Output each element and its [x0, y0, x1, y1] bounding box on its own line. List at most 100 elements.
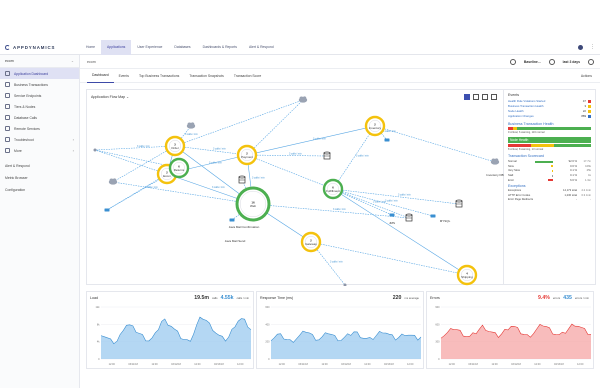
flow-edge[interactable]: [252, 203, 410, 219]
app-selector[interactable]: ecom ⌄: [0, 55, 79, 68]
topnav-item[interactable]: Dashboards & Reports: [197, 40, 243, 55]
cloud-icon[interactable]: [298, 96, 308, 103]
actions-menu[interactable]: Actions: [581, 74, 600, 78]
clock-icon[interactable]: [548, 58, 555, 65]
flow-edge[interactable]: [112, 181, 254, 205]
sidebar-item[interactable]: More ›: [0, 145, 79, 156]
refresh-icon[interactable]: [509, 58, 516, 65]
sidebar-item[interactable]: Application Dashboard: [0, 68, 79, 79]
sidebar-item[interactable]: Database Calls: [0, 112, 79, 123]
chart-plot[interactable]: 900 600 300 0 12:00 03/11/18 12:00 03/12/18 12:0…: [427, 304, 595, 368]
flow-edge[interactable]: [174, 99, 304, 147]
flow-edge[interactable]: [332, 125, 376, 190]
database-icon[interactable]: [238, 175, 246, 184]
tier-node[interactable]: 2Inventory: [364, 115, 386, 137]
flow-edge[interactable]: [310, 241, 468, 276]
flow-edge[interactable]: [246, 99, 304, 156]
service-endpoint-icon[interactable]: [229, 218, 235, 222]
y-tick-label: 600: [435, 323, 440, 326]
sidebar-item[interactable]: Tiers & Nodes: [0, 101, 79, 112]
event-row[interactable]: Application Changes 889: [508, 114, 591, 119]
fullscreen-icon[interactable]: [491, 94, 497, 100]
service-endpoint-icon[interactable]: [430, 214, 436, 218]
sidebar-link[interactable]: Metric Browser: [0, 172, 79, 184]
edge-label: 3 calls / min: [313, 138, 326, 141]
flow-map-canvas[interactable]: 3 calls / min3 calls / min3 calls / min3…: [87, 90, 505, 286]
x-tick-label: 03/11/18: [128, 363, 138, 366]
service-endpoint-icon[interactable]: [384, 138, 390, 142]
exception-label: Error Page Redirects: [508, 198, 534, 202]
more-options-icon[interactable]: ⋮: [590, 44, 595, 50]
service-endpoint-icon[interactable]: [389, 213, 395, 217]
grid-icon[interactable]: [473, 94, 479, 100]
x-tick-label: 03/13/18: [214, 363, 224, 366]
flow-edge[interactable]: [94, 149, 168, 175]
cloud-icon[interactable]: [490, 158, 500, 165]
tier-node[interactable]: 4Shipping: [456, 264, 478, 286]
sidebar-item[interactable]: Remote Services: [0, 123, 79, 134]
sidebar-item-label: Service Endpoints: [14, 93, 42, 98]
topnav-item[interactable]: User Experience: [131, 40, 168, 55]
scorecard-row[interactable]: Error 6.6 % 1.3m: [508, 178, 591, 183]
cloud-icon[interactable]: [108, 178, 118, 185]
exception-row[interactable]: Error Page Redirects - -: [508, 198, 591, 203]
tier-node[interactable]: 16Web: [235, 186, 271, 222]
flow-edge[interactable]: [174, 145, 248, 156]
flow-edge[interactable]: [246, 154, 334, 190]
tier-node[interactable]: 3Order: [164, 135, 186, 157]
tier-node[interactable]: 6Fulfillment: [322, 178, 344, 200]
settings-icon[interactable]: [578, 44, 583, 50]
chart-plot[interactable]: 600 400 200 0 12:00 03/11/18 12:00 03/12/18 12:0…: [257, 304, 425, 368]
x-tick-label: 12:00: [237, 363, 244, 366]
service-endpoint-icon[interactable]: [104, 208, 110, 212]
tier-node[interactable]: 2Gateway: [300, 231, 322, 253]
tier-node[interactable]: 2Payment: [236, 144, 258, 166]
database-icon[interactable]: [405, 213, 413, 222]
remote-node-dot[interactable]: [93, 148, 97, 152]
database-icon[interactable]: [323, 151, 331, 160]
metric-chart[interactable]: Load 19.5m calls 4.55k calls / min 12k 8k 4k 0 12…: [86, 291, 254, 369]
y-tick-label: 400: [265, 323, 270, 326]
bt-health-heading[interactable]: Business Transaction Health: [508, 122, 591, 126]
sidebar-item[interactable]: Business Transactions: [0, 79, 79, 90]
scorecard-label: Stall: [508, 174, 514, 178]
tab[interactable]: Top Business Transactions: [134, 69, 184, 83]
database-icon[interactable]: [455, 199, 463, 208]
sidebar-item[interactable]: Service Endpoints: [0, 90, 79, 101]
tab[interactable]: Transaction Snapshots: [184, 69, 229, 83]
logo-icon: [5, 44, 10, 50]
topnav-item[interactable]: Applications: [101, 39, 132, 55]
zoom-icon[interactable]: [482, 94, 488, 100]
baseline-selector[interactable]: Baseline...: [524, 60, 541, 64]
top-nav: Home Applications User Experience Databases…: [80, 39, 280, 55]
metric-chart[interactable]: Errors 9.4% errors 435 errors / min 900 600 300…: [426, 291, 594, 369]
scorecard-count: 1.3m: [585, 178, 591, 182]
tab[interactable]: Transaction Score: [229, 69, 266, 83]
chart-plot[interactable]: 12k 8k 4k 0 12:00 03/11/18 12:00 03/12/18 12:00 0…: [87, 304, 255, 368]
cloud-icon[interactable]: [186, 122, 196, 129]
sidebar-link[interactable]: Alert & Respond: [0, 160, 79, 172]
flow-edge[interactable]: [246, 125, 376, 156]
topnav-item[interactable]: Home: [80, 40, 101, 55]
scorecard-heading[interactable]: Transaction Scorecard: [508, 154, 591, 158]
node-health-heading[interactable]: Node Health: [508, 137, 591, 143]
tier-node[interactable]: 6Returns: [168, 157, 190, 179]
topnav-item[interactable]: Databases: [168, 40, 196, 55]
sidebar-item[interactable]: Troubleshoot ›: [0, 134, 79, 145]
flow-edge[interactable]: [246, 154, 328, 157]
flow-edge[interactable]: [94, 145, 176, 151]
tab[interactable]: Events: [114, 69, 134, 83]
flow-edge[interactable]: [332, 188, 468, 276]
metric-chart[interactable]: Response Time (ms) 220 ms average 600 400 200…: [256, 291, 424, 369]
topnav-item[interactable]: Alert & Respond: [243, 40, 280, 55]
help-icon[interactable]: [588, 58, 594, 65]
tab[interactable]: Dashboard: [87, 69, 114, 83]
flow-map-title[interactable]: Application Flow Map ⌄: [91, 95, 129, 99]
layout-icon[interactable]: [464, 94, 470, 100]
time-range-selector[interactable]: last 3 days: [563, 60, 580, 64]
sidebar-link[interactable]: Configuration: [0, 184, 79, 196]
app-name-breadcrumb[interactable]: ecom: [87, 60, 96, 64]
brand-logo[interactable]: APPDYNAMICS: [0, 44, 80, 50]
event-count: 47: [582, 99, 586, 103]
application-flow-map[interactable]: 3 calls / min 3 calls / min 3 calls / min 3…: [86, 89, 505, 286]
